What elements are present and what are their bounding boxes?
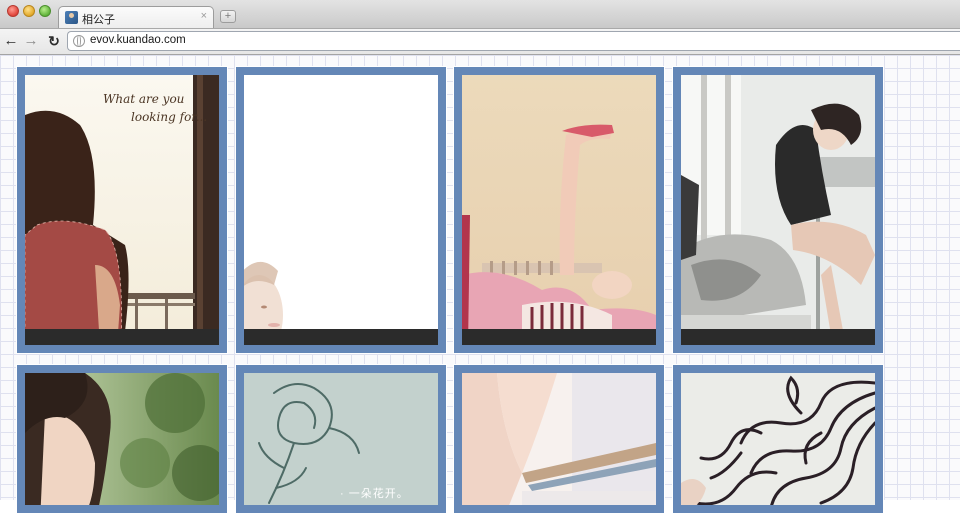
- tab-title: 相公子: [82, 14, 115, 26]
- zoom-window-button[interactable]: [39, 5, 51, 17]
- globe-icon: [73, 35, 85, 47]
- photo-card[interactable]: [235, 66, 447, 354]
- photo-card[interactable]: [453, 66, 665, 354]
- new-tab-button[interactable]: +: [220, 10, 236, 23]
- photo-caption-bar: [25, 329, 219, 345]
- photo-card[interactable]: [453, 364, 665, 514]
- photo-card[interactable]: [16, 364, 228, 514]
- photo-caption-bar: [244, 329, 438, 345]
- photo-card[interactable]: [672, 66, 884, 354]
- browser-titlebar: 相公子 × +: [0, 0, 960, 29]
- tab-close-icon[interactable]: ×: [201, 10, 207, 22]
- browser-tab[interactable]: 相公子 ×: [58, 6, 214, 28]
- photo-girl-green-background: [25, 373, 219, 505]
- back-button[interactable]: ←: [2, 31, 20, 51]
- photo-caption-bar: [462, 329, 656, 345]
- minimize-window-button[interactable]: [23, 5, 35, 17]
- browser-toolbar: ← → ↻ evov.kuandao.com: [0, 29, 960, 55]
- photo-quote-line-1: What are you: [103, 92, 185, 106]
- photo-legs-raised: [462, 75, 656, 345]
- photo-card[interactable]: [672, 364, 884, 514]
- photo-girl-at-desk: [681, 75, 875, 345]
- photo-caption-bar: [681, 329, 875, 345]
- photo-grid-page: What are you looking for... · 一朵花开。: [0, 55, 960, 514]
- address-bar-url: evov.kuandao.com: [90, 34, 186, 46]
- photo-card[interactable]: What are you looking for...: [16, 66, 228, 354]
- photo-card[interactable]: · 一朵花开。: [235, 364, 447, 514]
- site-favicon-icon: [65, 11, 78, 24]
- address-bar[interactable]: evov.kuandao.com: [67, 31, 960, 51]
- reload-button[interactable]: ↻: [45, 31, 63, 51]
- forward-button[interactable]: →: [22, 31, 40, 51]
- photo-curly-hair: [681, 373, 875, 505]
- photo-text: · 一朵花开。: [340, 488, 409, 500]
- photo-quote-line-2: looking for...: [131, 110, 208, 124]
- photo-arm-in-light: [462, 373, 656, 505]
- close-window-button[interactable]: [7, 5, 19, 17]
- photo-faded-face: [244, 75, 438, 345]
